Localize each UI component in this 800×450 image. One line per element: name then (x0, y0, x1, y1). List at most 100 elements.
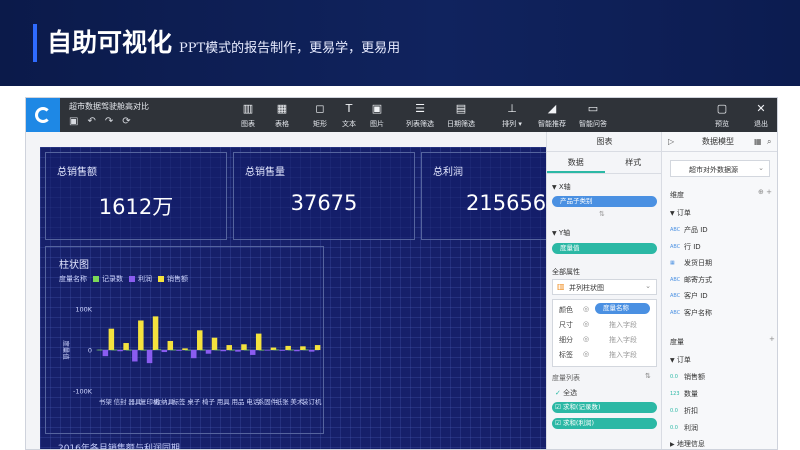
toolbar-button-label: 预览 (715, 120, 729, 128)
bar-记录数 (258, 349, 265, 351)
x-axis-label: X轴 (558, 183, 571, 191)
x-tick-label: 用品 (231, 398, 244, 406)
rectangle-icon: ◻ (315, 102, 325, 115)
sort-icon[interactable]: ⇅ (645, 372, 651, 380)
kpi-card-profit[interactable]: 总利润 215656 (421, 152, 546, 240)
measure-group[interactable]: ▼ 订单 (670, 355, 691, 365)
bar-销售额 (108, 328, 115, 350)
measure-checked-item[interactable]: ☑ 求和(利润) (552, 418, 657, 429)
document-title[interactable]: 超市数据驾驶舱高对比 (69, 101, 149, 112)
bi-app-window: 超市数据驾驶舱高对比 ▣ ↶ ↷ ⟳ ▥ 图表 ▦ 表格 ◻ 矩形 T 文本 ▣ 图片 ☰ 列表筛选 ▤… (25, 97, 778, 450)
exit-icon: ✕ (756, 102, 766, 115)
color-field-pill[interactable]: 度量名称 (595, 303, 650, 314)
toolbar-button-label: 退出 (754, 120, 768, 128)
app-logo-icon[interactable] (26, 98, 60, 132)
collapse-panel-icon[interactable]: ▷ (668, 132, 674, 152)
date-filter-icon: ▤ (455, 102, 467, 115)
toolbar-button-table[interactable]: ▦ 表格 (266, 102, 298, 129)
dimension-field[interactable]: ABC 客户名称 (670, 308, 712, 318)
gear-icon[interactable]: ◎ (583, 335, 589, 343)
measure-field[interactable]: 123 数量 (670, 389, 698, 399)
select-all-checkbox[interactable]: ✓ 全选 (555, 388, 577, 398)
tab-style[interactable]: 样式 (605, 152, 663, 173)
toolbar-button-list-filter[interactable]: ☰ 列表筛选 (404, 102, 436, 129)
slide-subtitle: PPT模式的报告制作，更易学，更易用 (179, 41, 401, 56)
bar-利润 (146, 350, 153, 364)
dimension-field[interactable]: ABC 邮寄方式 (670, 275, 712, 285)
field-name: 邮寄方式 (684, 275, 712, 284)
measure-group-label: 订单 (676, 356, 691, 364)
drop-field-placeholder[interactable]: 拖入字段 (609, 350, 637, 360)
chart-type-select[interactable]: ▥ 并列柱状图 ⌄ (552, 279, 657, 295)
toolbar-button-exit[interactable]: ✕ 退出 (745, 102, 777, 129)
tab-data[interactable]: 数据 (547, 152, 605, 173)
dimension-field[interactable]: ABC 产品 ID (670, 225, 708, 235)
add-measure-icon[interactable]: + (769, 335, 775, 343)
dimension-field[interactable]: ▦ 发货日期 (670, 258, 712, 268)
kpi-card-sales[interactable]: 总销售额 1612万 (45, 152, 227, 240)
refresh-icon[interactable]: ⟳ (122, 117, 130, 127)
data-model-header: ▷ 数据模型 ▦ ⌕ (662, 132, 777, 152)
measure-field[interactable]: 0.0 利润 (670, 423, 698, 433)
dimension-field[interactable]: ABC 客户 ID (670, 291, 708, 301)
toolbar-button-smart-recommend[interactable]: ◢ 智能推荐 (536, 102, 568, 129)
save-icon[interactable]: ▣ (69, 117, 78, 127)
drop-field-placeholder[interactable]: 拖入字段 (609, 335, 637, 345)
toolbar-button-smart-qa[interactable]: ▭ 智能问答 (577, 102, 609, 129)
x-axis-field-pill[interactable]: 产品子类别 (552, 196, 657, 207)
toolbar-button-bar-chart[interactable]: ▥ 图表 (232, 102, 264, 129)
search-icon[interactable]: ⌕ (767, 132, 771, 152)
toolbar-button-arrange[interactable]: ⊥ 排列 ▾ (496, 102, 528, 129)
bar-利润 (308, 350, 315, 352)
undo-icon[interactable]: ↶ (87, 117, 95, 127)
dimension-field[interactable]: ABC 行 ID (670, 242, 701, 252)
kpi-value: 1612万 (98, 195, 174, 219)
kpi-card-quantity[interactable]: 总销售量 37675 (233, 152, 415, 240)
gear-icon[interactable]: ◎ (583, 350, 589, 358)
global-properties-label: 全部属性 (552, 268, 580, 276)
dimension-group[interactable]: ▼ 订单 (670, 208, 691, 218)
kpi-value: 215656 (466, 191, 546, 215)
measure-name: 求和(利润) (562, 419, 594, 427)
measure-field[interactable]: 0.0 折扣 (670, 406, 698, 416)
x-tick-label: 书架 (99, 397, 113, 406)
toolbar-button-label: 日期筛选 (447, 120, 475, 128)
bar-销售额 (152, 316, 159, 350)
y-tick-label: -100K (73, 388, 93, 396)
top-toolbar: 超市数据驾驶舱高对比 ▣ ↶ ↷ ⟳ ▥ 图表 ▦ 表格 ◻ 矩形 T 文本 ▣ 图片 ☰ 列表筛选 ▤… (26, 98, 777, 132)
bar-销售额 (167, 340, 174, 350)
bar-销售额 (211, 337, 218, 350)
bar-销售额 (285, 345, 291, 350)
y-axis-section[interactable]: ▼ Y轴 (552, 228, 570, 238)
dimension-group-label: 订单 (676, 209, 691, 217)
property-panel: 图表 数据 样式 ▼ X轴 产品子类别 ⇅ ▼ Y轴 度量值 全部属性 ▥ 并列… (546, 132, 777, 449)
x-axis-section[interactable]: ▼ X轴 (552, 182, 571, 192)
gear-icon[interactable]: ◎ (583, 305, 589, 313)
swap-axes-icon[interactable]: ⇅ (599, 210, 605, 218)
bar-销售额 (197, 330, 203, 350)
mark-property-label: 细分 (559, 336, 573, 344)
toolbar-button-preview[interactable]: ▢ 预览 (706, 102, 738, 129)
redo-icon[interactable]: ↷ (105, 117, 113, 127)
y-axis-field-pill[interactable]: 度量值 (552, 243, 657, 254)
drop-field-placeholder[interactable]: 拖入字段 (609, 320, 637, 330)
field-name: 产品 ID (684, 226, 708, 234)
dashboard-canvas[interactable]: 总销售额 1612万 总销售量 37675 总利润 215656 柱状图 度量名… (40, 147, 546, 449)
field-type-icon: ABC (670, 243, 681, 250)
gear-icon[interactable]: ◎ (583, 320, 589, 328)
measure-checked-item[interactable]: ☑ 求和(记录数) (552, 402, 657, 413)
grid-view-icon[interactable]: ▦ (754, 132, 762, 152)
dimension-settings-icon[interactable]: ⊕ + (758, 188, 772, 196)
measure-list-label: 度量列表 (552, 374, 580, 382)
toolbar-button-image[interactable]: ▣ 图片 (361, 102, 393, 129)
datasource-select[interactable]: 超市对外数据源 ⌄ (670, 160, 770, 177)
bar-记录数 (170, 349, 176, 351)
toolbar-button-date-filter[interactable]: ▤ 日期筛选 (445, 102, 477, 129)
table-icon: ▦ (276, 102, 288, 115)
bar-利润 (264, 350, 271, 351)
toolbar-button-rectangle[interactable]: ◻ 矩形 (304, 102, 336, 129)
geo-group[interactable]: ▶ 地理信息 (670, 439, 705, 449)
measure-field[interactable]: 0.0 销售额 (670, 372, 705, 382)
bar-chart-widget[interactable]: 柱状图 度量名称 记录数 利润 销售额 100K 0 -100K 度量值 书架 信封 器具 复印机… (45, 246, 324, 434)
x-tick-label: 椅子 (202, 397, 216, 406)
